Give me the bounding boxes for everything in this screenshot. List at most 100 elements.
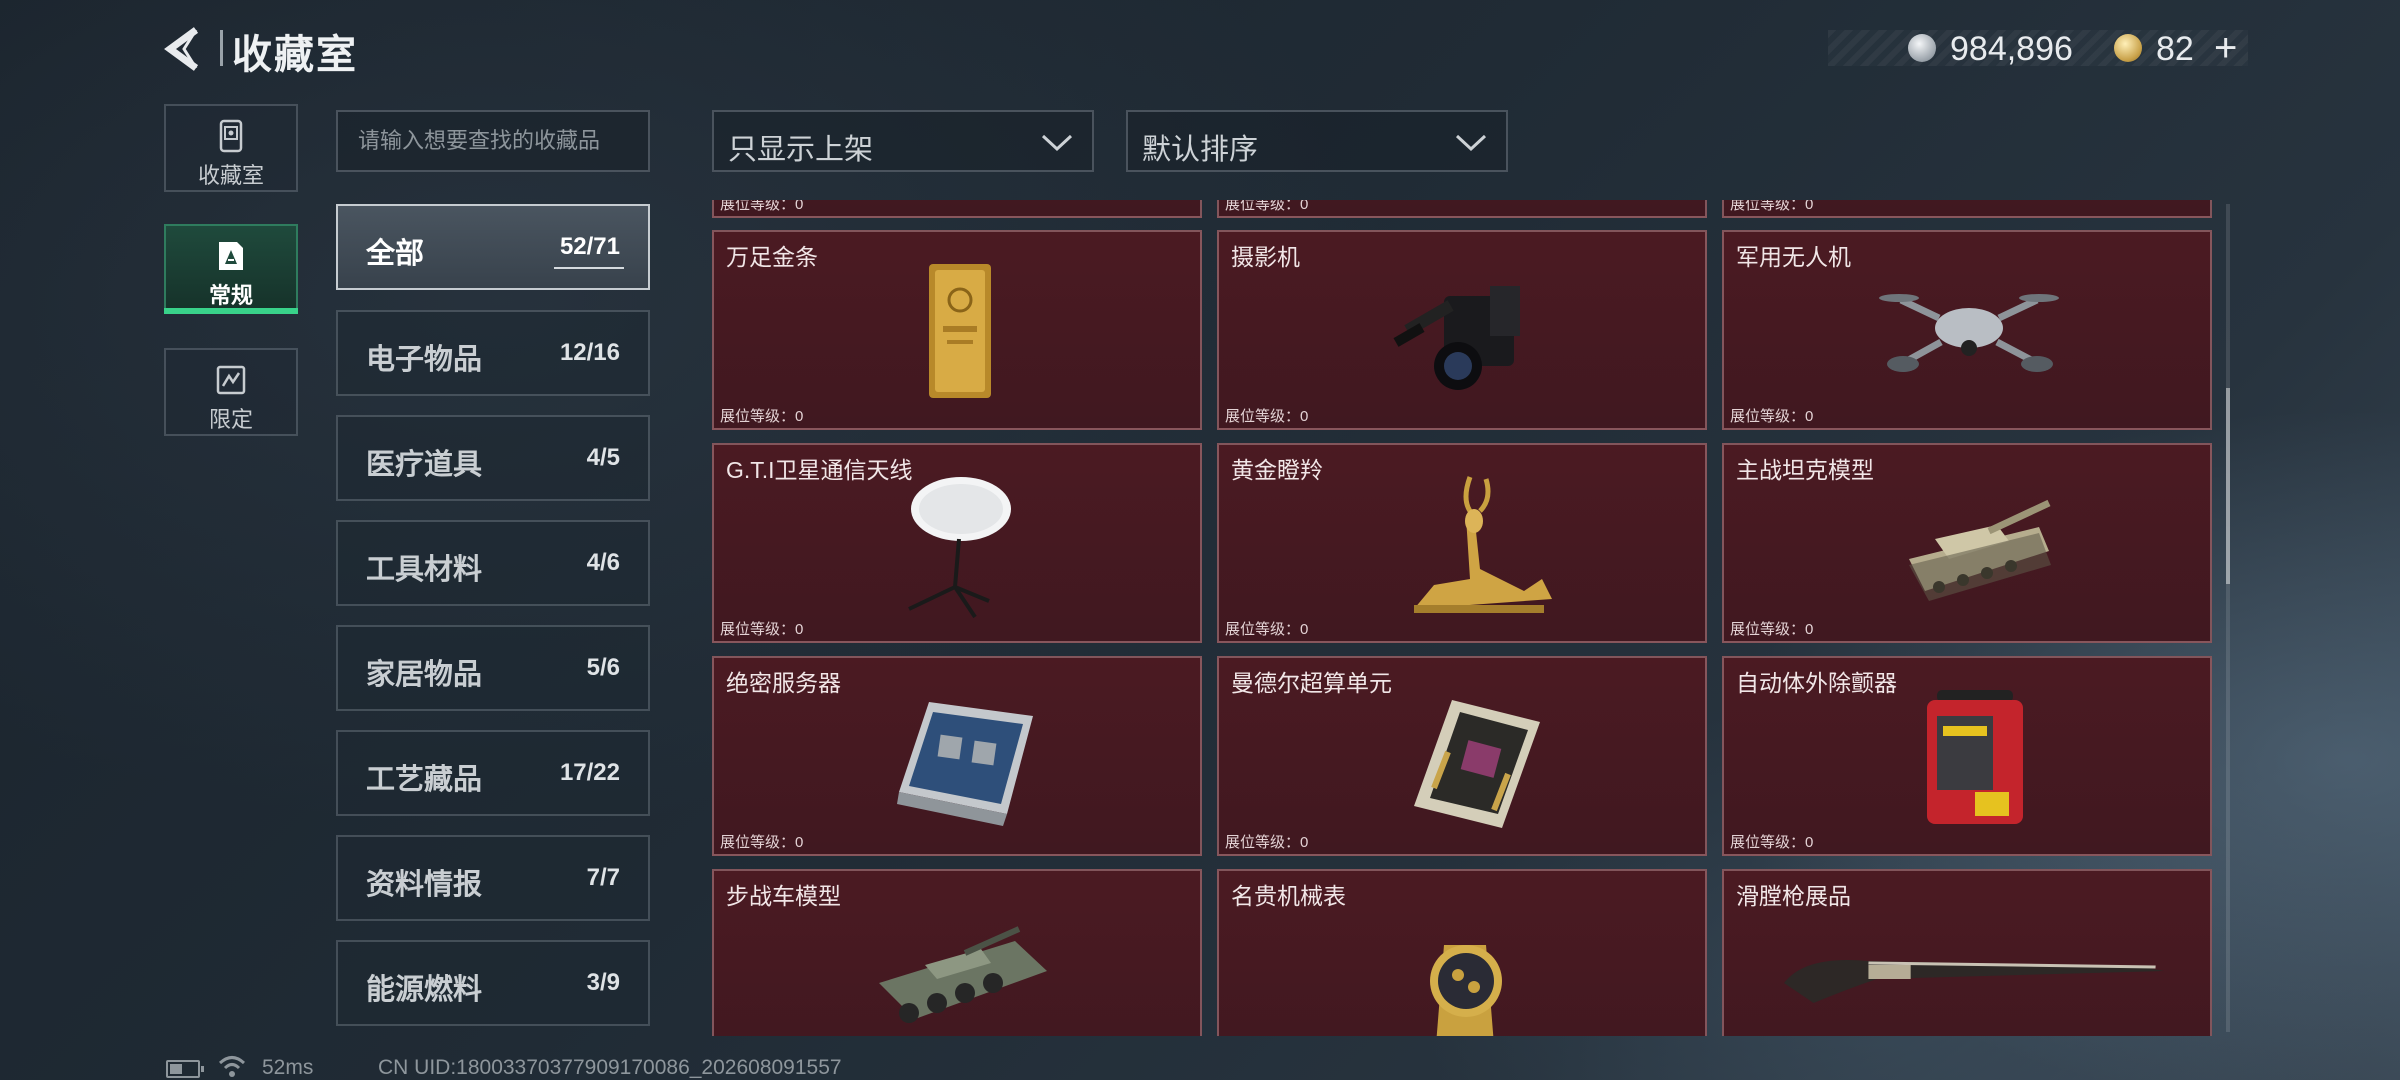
booth-level: 展位等级：0 bbox=[1730, 621, 1814, 638]
currency-bar: 984,896 82 + bbox=[1828, 26, 2248, 70]
collectible-card[interactable]: 黄金瞪羚 展位等级：0 bbox=[1217, 443, 1707, 643]
category-name: 全部 bbox=[366, 238, 425, 270]
booth-level: 展位等级：0 bbox=[1225, 200, 1309, 213]
category-count: 5/6 bbox=[586, 654, 620, 681]
grid-scrollbar-thumb[interactable] bbox=[2226, 388, 2230, 584]
regular-icon bbox=[219, 242, 243, 270]
booth-level: 展位等级：0 bbox=[1225, 621, 1309, 638]
booth-level: 展位等级：0 bbox=[720, 200, 804, 213]
nav-item-label: 限定 bbox=[208, 407, 253, 432]
gold-bar-icon bbox=[929, 264, 991, 398]
gazelle-icon bbox=[1414, 476, 1552, 613]
item-name: 摄影机 bbox=[1231, 244, 1300, 270]
display-filter-dropdown[interactable]: 只显示上架 bbox=[712, 110, 1094, 172]
category-all[interactable]: 全部 52/71 bbox=[336, 204, 650, 290]
chevron-down-icon bbox=[1455, 134, 1487, 152]
category-count: 7/7 bbox=[586, 864, 620, 891]
nav-item-limited[interactable]: 限定 bbox=[164, 348, 298, 436]
collectible-card[interactable]: 滑膛枪展品 bbox=[1722, 869, 2212, 1036]
category-count: 3/9 bbox=[586, 969, 620, 996]
collectible-card[interactable]: 摄影机 展位等级：0 bbox=[1217, 230, 1707, 430]
category-medical[interactable]: 医疗道具 4/5 bbox=[336, 415, 650, 501]
item-name: 绝密服务器 bbox=[726, 670, 841, 696]
search-input[interactable] bbox=[336, 110, 650, 172]
grid-scrollbar[interactable] bbox=[2226, 204, 2230, 1032]
defibrillator-icon bbox=[1927, 690, 2023, 824]
category-count: 17/22 bbox=[559, 759, 620, 786]
category-name: 资料情报 bbox=[366, 869, 483, 901]
user-uid: CN UID:18003370377909170086_202608091557 bbox=[378, 1056, 842, 1079]
booth-level: 展位等级：0 bbox=[1225, 408, 1309, 425]
battery-icon bbox=[166, 1060, 204, 1078]
collection-room-icon bbox=[219, 119, 243, 153]
chevron-down-icon bbox=[1041, 134, 1073, 152]
category-crafts[interactable]: 工艺藏品 17/22 bbox=[336, 730, 650, 816]
add-currency-button[interactable]: + bbox=[2214, 26, 2237, 71]
category-intel[interactable]: 资料情报 7/7 bbox=[336, 835, 650, 921]
category-count: 12/16 bbox=[559, 339, 620, 366]
sort-value: 默认排序 bbox=[1142, 134, 1259, 166]
item-name: 万足金条 bbox=[726, 244, 818, 270]
collectible-card[interactable]: 展位等级：0 bbox=[1217, 200, 1707, 218]
collectible-grid: 展位等级：0 展位等级：0 展位等级：0 万足金条 展位等级：0 摄影机 展位等… bbox=[710, 200, 2214, 1036]
category-name: 能源燃料 bbox=[366, 974, 483, 1006]
limited-icon bbox=[216, 365, 246, 395]
nav-item-collection-room[interactable]: 收藏室 bbox=[164, 104, 298, 192]
booth-level: 展位等级：0 bbox=[720, 621, 804, 638]
booth-level: 展位等级：0 bbox=[720, 408, 804, 425]
booth-level: 展位等级：0 bbox=[1730, 200, 1814, 213]
category-electronics[interactable]: 电子物品 12/16 bbox=[336, 310, 650, 396]
collectible-card[interactable]: 名贵机械表 bbox=[1217, 869, 1707, 1036]
item-name: 名贵机械表 bbox=[1231, 883, 1346, 909]
category-name: 医疗道具 bbox=[366, 449, 483, 481]
silver-currency-value: 984,896 bbox=[1950, 30, 2073, 68]
item-name: 主战坦克模型 bbox=[1736, 457, 1874, 483]
server-icon bbox=[897, 702, 1033, 826]
back-arrow-icon[interactable] bbox=[160, 24, 210, 74]
collectible-card[interactable]: 步战车模型 bbox=[712, 869, 1202, 1036]
tank-icon bbox=[1909, 499, 2051, 601]
collectible-card[interactable]: 万足金条 展位等级：0 bbox=[712, 230, 1202, 430]
wifi-icon bbox=[218, 1056, 246, 1077]
ifv-icon bbox=[879, 926, 1047, 1023]
title-separator bbox=[220, 30, 223, 66]
item-name: 曼德尔超算单元 bbox=[1231, 670, 1392, 696]
nav-item-regular[interactable]: 常规 bbox=[164, 224, 298, 314]
category-name: 家居物品 bbox=[366, 659, 483, 691]
category-count: 4/6 bbox=[586, 549, 620, 576]
collectible-card[interactable]: G.T.I卫星通信天线 展位等级：0 bbox=[712, 443, 1202, 643]
collectible-card[interactable]: 主战坦克模型 展位等级：0 bbox=[1722, 443, 2212, 643]
nav-item-label: 常规 bbox=[208, 283, 253, 308]
category-tools[interactable]: 工具材料 4/6 bbox=[336, 520, 650, 606]
musket-icon bbox=[1784, 959, 2164, 1003]
gold-coin-icon bbox=[2114, 34, 2142, 62]
collectible-card[interactable]: 绝密服务器 展位等级：0 bbox=[712, 656, 1202, 856]
category-count: 4/5 bbox=[586, 444, 620, 471]
page-title: 收藏室 bbox=[232, 33, 358, 77]
collectible-card[interactable]: 曼德尔超算单元 展位等级：0 bbox=[1217, 656, 1707, 856]
camera-icon bbox=[1393, 286, 1520, 390]
category-energy[interactable]: 能源燃料 3/9 bbox=[336, 940, 650, 1026]
category-household[interactable]: 家居物品 5/6 bbox=[336, 625, 650, 711]
collectible-card[interactable]: 自动体外除颤器 展位等级：0 bbox=[1722, 656, 2212, 856]
item-name: 自动体外除颤器 bbox=[1736, 670, 1897, 696]
collectible-card[interactable]: 展位等级：0 bbox=[1722, 200, 2212, 218]
category-name: 工具材料 bbox=[366, 554, 483, 586]
item-name: 军用无人机 bbox=[1736, 244, 1851, 270]
watch-icon bbox=[1430, 945, 1502, 1036]
collectible-card[interactable]: 展位等级：0 bbox=[712, 200, 1202, 218]
item-name: 黄金瞪羚 bbox=[1231, 457, 1323, 483]
sort-dropdown[interactable]: 默认排序 bbox=[1126, 110, 1508, 172]
collectible-card[interactable]: 军用无人机 展位等级：0 bbox=[1722, 230, 2212, 430]
booth-level: 展位等级：0 bbox=[1730, 408, 1814, 425]
gold-currency-value: 82 bbox=[2156, 30, 2194, 68]
item-name: 步战车模型 bbox=[726, 883, 841, 909]
drone-icon bbox=[1879, 294, 2059, 372]
category-count: 52/71 bbox=[553, 233, 625, 269]
booth-level: 展位等级：0 bbox=[1730, 834, 1814, 851]
booth-level: 展位等级：0 bbox=[1225, 834, 1309, 851]
category-name: 工艺藏品 bbox=[366, 764, 483, 796]
silver-coin-icon bbox=[1908, 34, 1936, 62]
category-name: 电子物品 bbox=[366, 344, 483, 376]
nav-item-label: 收藏室 bbox=[197, 163, 264, 188]
